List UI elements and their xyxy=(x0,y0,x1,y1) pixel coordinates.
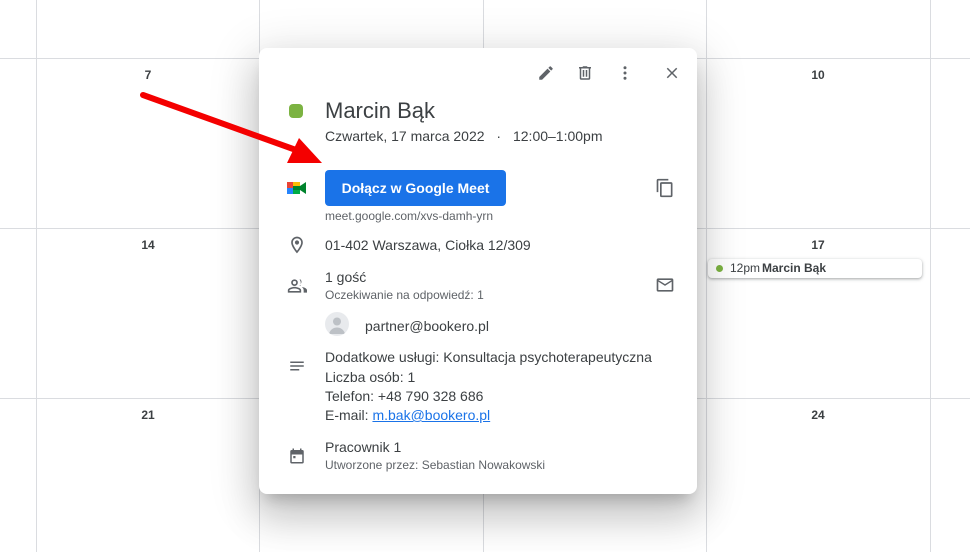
created-by: Utworzone przez: Sebastian Nowakowski xyxy=(325,458,546,472)
meet-link[interactable]: meet.google.com/xvs-damh-yrn xyxy=(325,209,493,223)
google-meet-icon xyxy=(285,176,309,200)
grid-column-divider xyxy=(930,0,931,552)
location-pin-icon xyxy=(285,233,309,257)
date-time-separator: · xyxy=(496,128,502,144)
day-number[interactable]: 14 xyxy=(128,238,168,252)
calendar-name: Pracownik 1 xyxy=(325,439,402,455)
day-number[interactable]: 17 xyxy=(798,238,838,252)
close-popup-button[interactable] xyxy=(658,59,686,87)
calendar-icon xyxy=(285,444,309,468)
copy-icon xyxy=(656,178,673,198)
day-number[interactable]: 10 xyxy=(798,68,838,82)
delete-event-button[interactable] xyxy=(571,59,599,87)
event-chip-time: 12pm xyxy=(730,261,761,275)
guest-response-status: Oczekiwanie na odpowiedź: 1 xyxy=(325,288,484,302)
person-icon xyxy=(329,317,345,334)
description-people-count: Liczba osób: 1 xyxy=(325,369,416,385)
event-details-popup: Marcin Bąk Czwartek, 17 marca 2022 · 12:… xyxy=(259,48,697,494)
calendar-event-chip[interactable]: 12pm Marcin Bąk xyxy=(708,259,922,278)
event-color-dot xyxy=(716,265,723,272)
grid-column-divider xyxy=(36,0,37,552)
description-email-line: E-mail: m.bak@bookero.pl xyxy=(325,407,490,423)
pencil-icon xyxy=(539,66,553,80)
guest-avatar xyxy=(325,312,349,336)
copy-meet-link-button[interactable] xyxy=(651,174,679,202)
more-options-button[interactable] xyxy=(611,59,639,87)
join-google-meet-button[interactable]: Dołącz w Google Meet xyxy=(325,170,506,206)
event-title: Marcin Bąk xyxy=(325,98,436,123)
day-number[interactable]: 21 xyxy=(128,408,168,422)
email-guests-button[interactable] xyxy=(651,271,679,299)
event-date-time: Czwartek, 17 marca 2022 · 12:00–1:00pm xyxy=(325,128,603,144)
description-email-label: E-mail: xyxy=(325,407,373,423)
more-vert-icon xyxy=(623,66,627,80)
close-icon xyxy=(666,67,678,79)
event-time-range: 12:00–1:00pm xyxy=(512,128,603,144)
people-icon xyxy=(285,274,309,298)
description-icon xyxy=(285,354,309,378)
day-number[interactable]: 7 xyxy=(128,68,168,82)
mail-icon xyxy=(656,278,674,292)
guest-email[interactable]: partner@bookero.pl xyxy=(365,318,489,334)
description-services: Dodatkowe usługi: Konsultacja psychotera… xyxy=(325,349,652,365)
edit-event-button[interactable] xyxy=(532,59,560,87)
day-number[interactable]: 24 xyxy=(798,408,838,422)
event-date: Czwartek, 17 marca 2022 xyxy=(325,128,485,144)
event-color-swatch xyxy=(289,104,303,118)
trash-icon xyxy=(579,66,591,80)
grid-column-divider xyxy=(706,0,707,552)
guest-count: 1 gość xyxy=(325,269,367,285)
event-chip-title: Marcin Bąk xyxy=(762,261,827,275)
description-email-link[interactable]: m.bak@bookero.pl xyxy=(372,407,490,423)
event-location: 01-402 Warszawa, Ciołka 12/309 xyxy=(325,237,531,253)
description-phone: Telefon: +48 790 328 686 xyxy=(325,388,484,404)
